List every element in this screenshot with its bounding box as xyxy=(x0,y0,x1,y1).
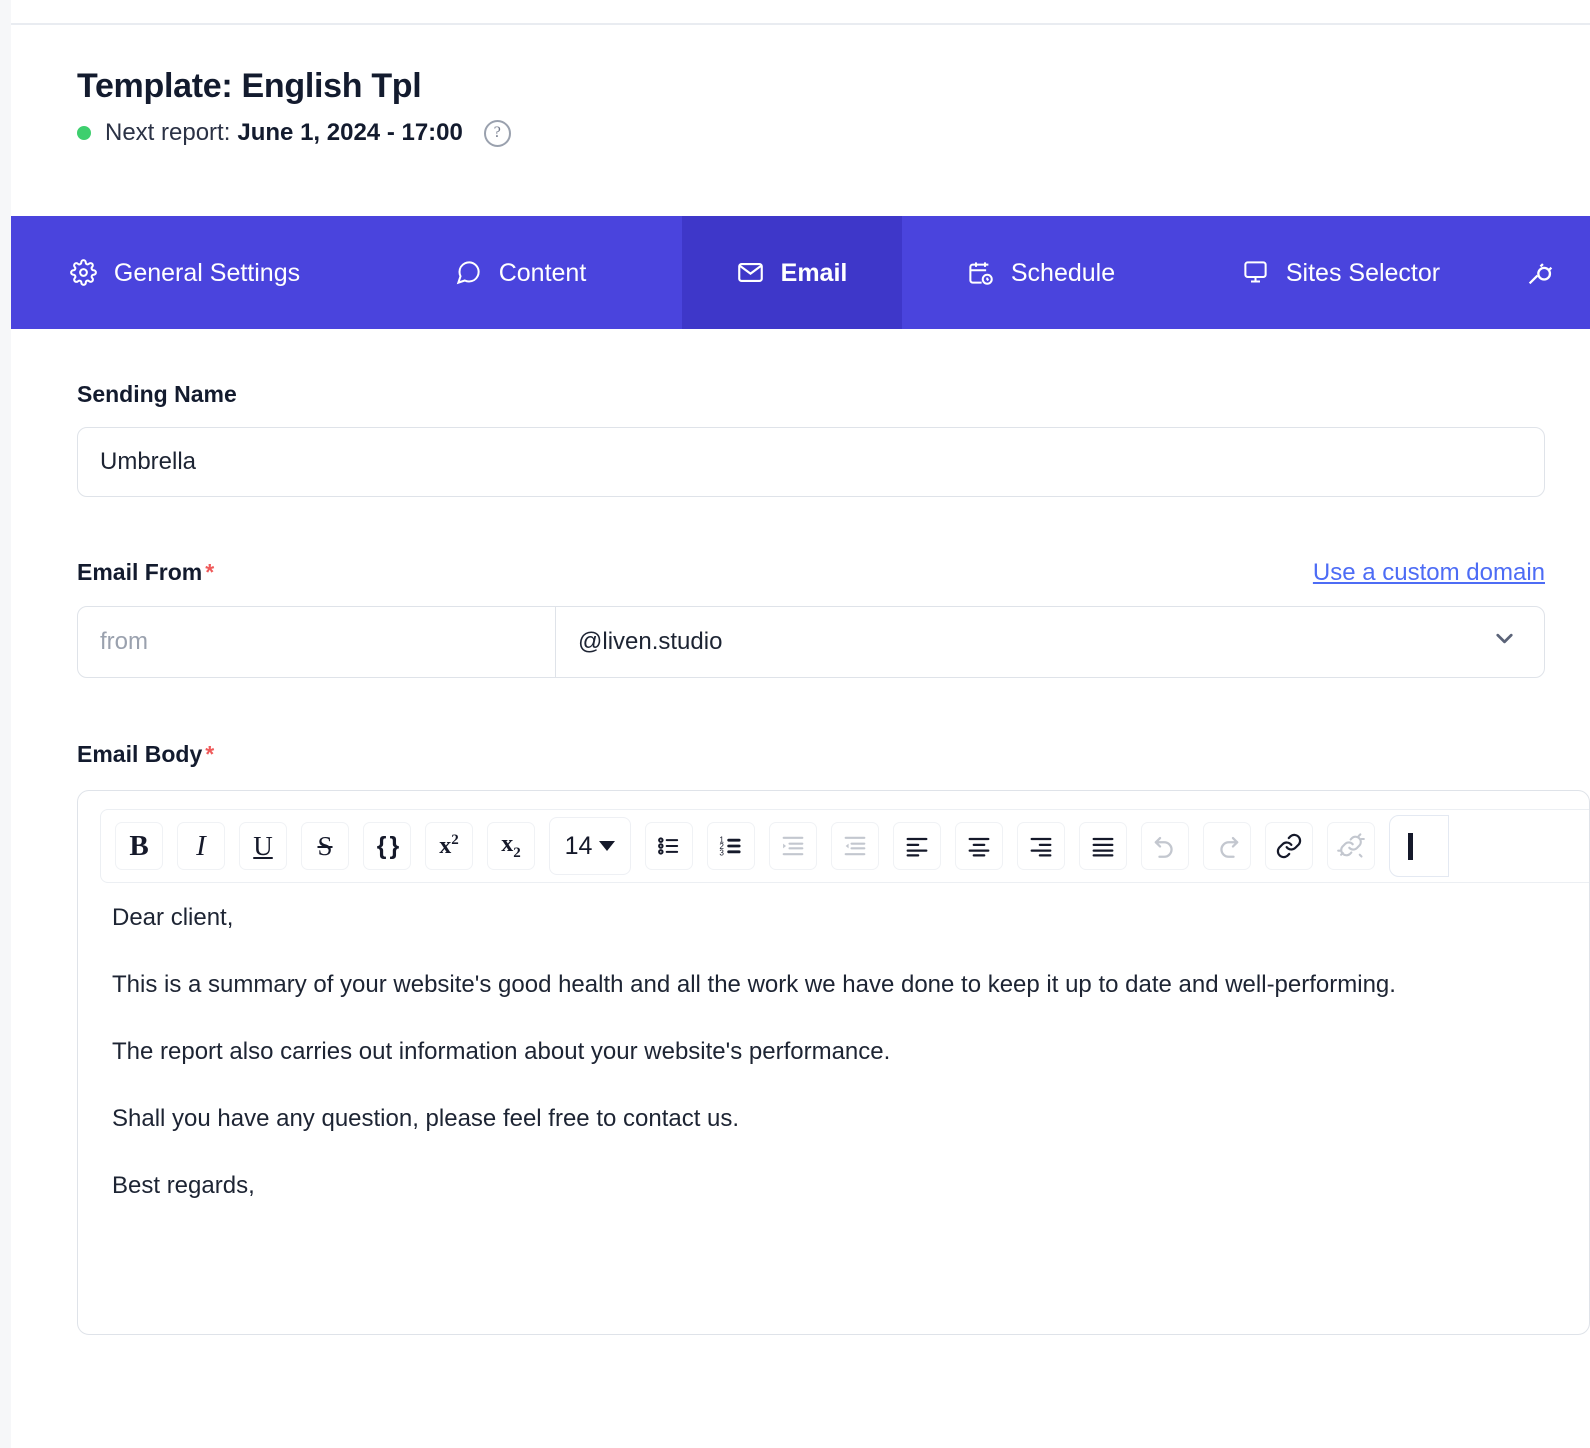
link-button[interactable] xyxy=(1265,822,1313,870)
tab-label: Content xyxy=(498,258,587,287)
bullet-list-button[interactable] xyxy=(645,822,693,870)
email-body-content[interactable]: Dear client, This is a summary of your w… xyxy=(112,904,1589,1239)
body-paragraph: Shall you have any question, please feel… xyxy=(112,1105,740,1132)
tab-bar: General Settings Content Email Schedule … xyxy=(11,216,1590,329)
tab-integrations[interactable] xyxy=(1502,216,1590,329)
tab-sites-selector[interactable]: Sites Selector xyxy=(1180,216,1502,329)
page-root: Template: English Tpl Next report: June … xyxy=(11,0,1590,1448)
editor-toolbar: B I U S { } x2 x2 14 1 2 3 xyxy=(100,809,1589,883)
sending-name-label: Sending Name xyxy=(77,381,237,407)
font-size-value: 14 xyxy=(564,831,593,860)
text-cursor-icon xyxy=(1408,832,1413,860)
rich-text-editor: B I U S { } x2 x2 14 1 2 3 Dear client, … xyxy=(77,790,1590,1335)
strikethrough-button[interactable]: S xyxy=(301,822,349,870)
email-from-domain-value: @liven.studio xyxy=(578,628,723,655)
body-paragraph: Dear client, xyxy=(112,904,234,931)
email-from-input-group: from @liven.studio xyxy=(77,606,1545,678)
status-dot xyxy=(77,126,91,140)
required-asterisk: * xyxy=(205,741,215,767)
tab-label: General Settings xyxy=(113,258,301,287)
tab-general-settings[interactable]: General Settings xyxy=(11,216,359,329)
body-paragraph: The report also carries out information … xyxy=(112,1038,891,1065)
unlink-button[interactable] xyxy=(1327,822,1375,870)
italic-button[interactable]: I xyxy=(177,822,225,870)
superscript-button[interactable]: x2 xyxy=(425,822,473,870)
sending-name-input[interactable]: Umbrella xyxy=(77,427,1545,497)
monitor-icon xyxy=(1242,259,1269,286)
undo-button[interactable] xyxy=(1141,822,1189,870)
email-body-label: Email Body xyxy=(77,741,203,767)
subscript-button[interactable]: x2 xyxy=(487,822,535,870)
next-report-label: Next report: xyxy=(105,119,231,146)
help-circle-icon[interactable]: ? xyxy=(483,119,511,147)
plug-icon xyxy=(1526,258,1555,287)
editor-overflow-button[interactable] xyxy=(1389,815,1449,877)
svg-text:3: 3 xyxy=(719,848,724,857)
email-from-header: Email From * Use a custom domain xyxy=(77,558,1545,587)
use-custom-domain-link[interactable]: Use a custom domain xyxy=(1313,559,1545,587)
align-right-button[interactable] xyxy=(1017,822,1065,870)
email-from-label-wrap: Email From * xyxy=(77,558,214,586)
email-from-label: Email From xyxy=(77,559,203,585)
tab-email[interactable]: Email xyxy=(682,216,902,329)
tab-schedule[interactable]: Schedule xyxy=(902,216,1180,329)
next-report-row: Next report: June 1, 2024 - 17:00 ? xyxy=(77,119,511,147)
envelope-icon xyxy=(737,259,764,286)
gear-icon xyxy=(70,259,97,286)
sending-name-field-group: Sending Name Umbrella xyxy=(77,380,1590,497)
comment-icon xyxy=(455,259,482,286)
required-asterisk: * xyxy=(205,559,215,585)
page-header: Template: English Tpl Next report: June … xyxy=(77,66,511,147)
indent-button[interactable] xyxy=(769,822,817,870)
page-title: Template: English Tpl xyxy=(77,67,422,105)
body-paragraph: Best regards, xyxy=(112,1172,255,1199)
tab-label: Email xyxy=(780,258,848,287)
body-paragraph: This is a summary of your website's good… xyxy=(112,971,1396,998)
align-center-button[interactable] xyxy=(955,822,1003,870)
underline-button[interactable]: U xyxy=(239,822,287,870)
email-settings-form: Sending Name Umbrella Email From * Use a … xyxy=(77,380,1590,1335)
bold-button[interactable]: B xyxy=(115,822,163,870)
tab-content[interactable]: Content xyxy=(359,216,682,329)
email-from-domain-select[interactable]: @liven.studio xyxy=(556,607,1544,677)
tab-label: Sites Selector xyxy=(1285,258,1441,287)
next-report-value: June 1, 2024 - 17:00 xyxy=(237,119,463,146)
align-left-button[interactable] xyxy=(893,822,941,870)
code-block-button[interactable]: { } xyxy=(363,822,411,870)
left-gutter xyxy=(0,0,11,1448)
numbered-list-button[interactable]: 1 2 3 xyxy=(707,822,755,870)
caret-down-icon xyxy=(599,841,616,851)
align-justify-button[interactable] xyxy=(1079,822,1127,870)
email-from-field-group: Email From * Use a custom domain from @li… xyxy=(77,558,1590,678)
chevron-down-icon xyxy=(1491,625,1518,659)
email-body-field-group: Email Body * B I U S { } x2 x2 14 1 2 3 … xyxy=(77,740,1590,1335)
email-body-label-wrap: Email Body * xyxy=(77,740,1590,768)
email-from-local-input[interactable]: from xyxy=(78,607,556,677)
top-divider xyxy=(11,23,1590,25)
outdent-button[interactable] xyxy=(831,822,879,870)
redo-button[interactable] xyxy=(1203,822,1251,870)
calendar-clock-icon xyxy=(967,259,994,286)
font-size-select[interactable]: 14 xyxy=(549,817,631,875)
tab-label: Schedule xyxy=(1010,258,1116,287)
